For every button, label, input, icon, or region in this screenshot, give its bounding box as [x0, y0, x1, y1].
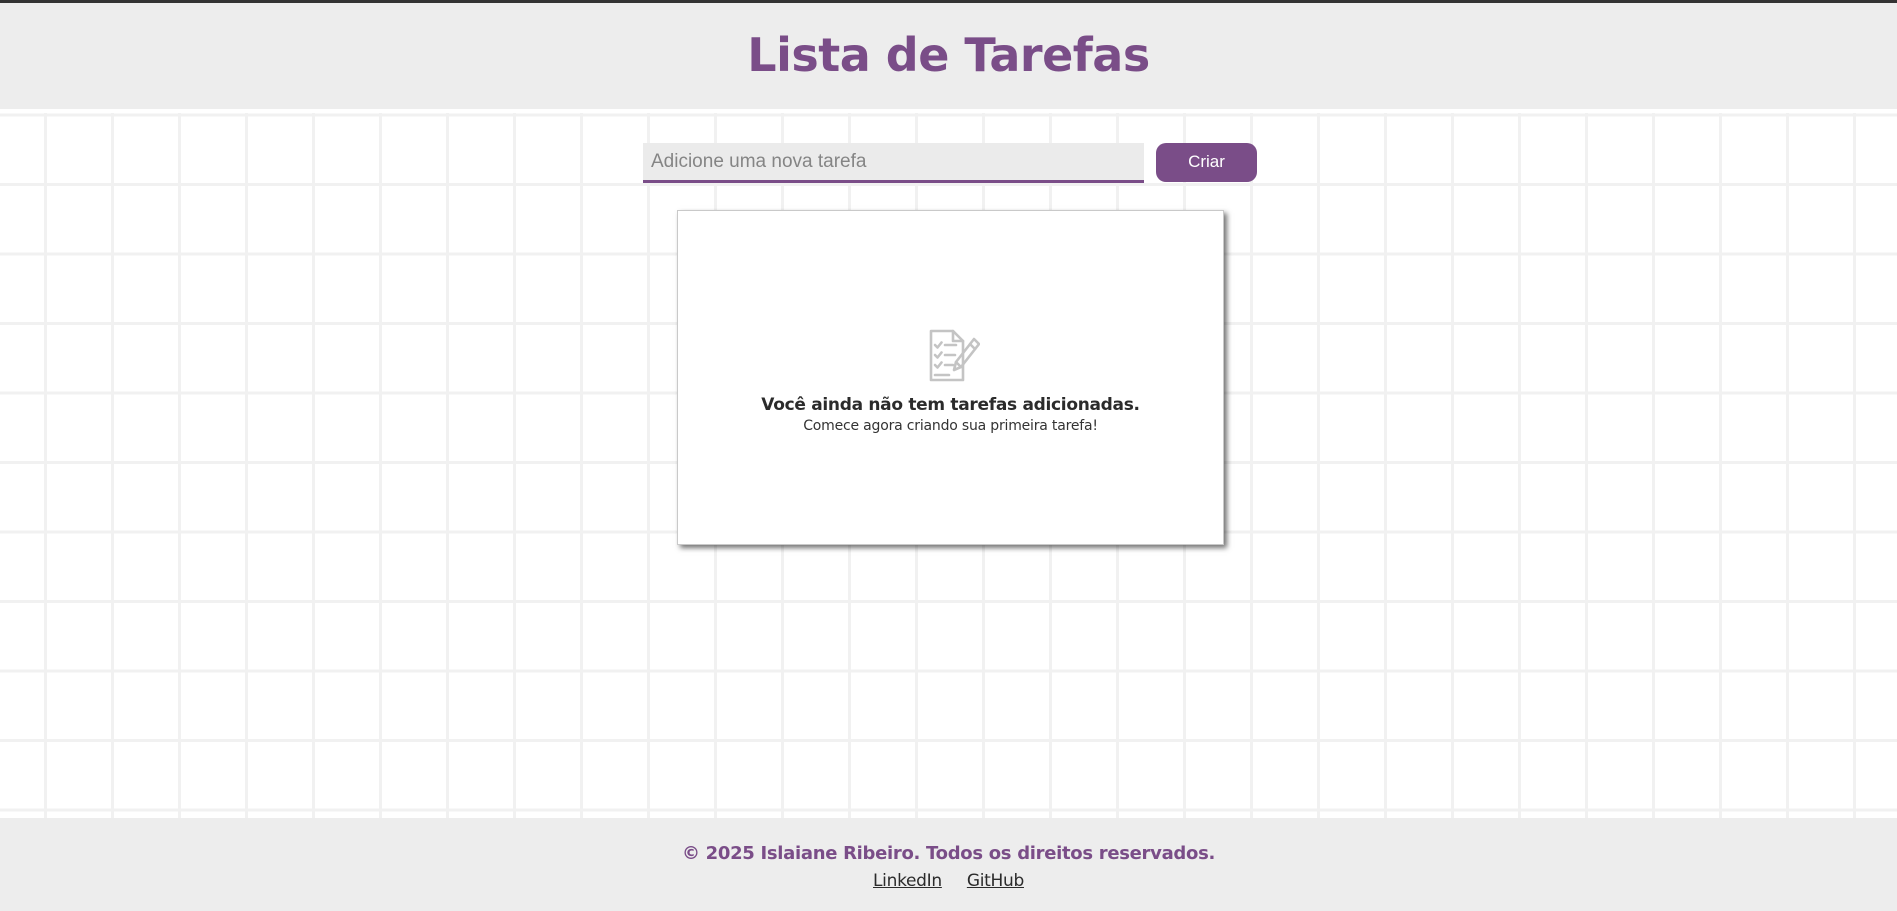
page: Lista de Tarefas Criar: [0, 0, 1897, 911]
footer-links: LinkedIn GitHub: [873, 871, 1024, 891]
task-list-panel: Você ainda não tem tarefas adicionadas. …: [677, 210, 1224, 545]
new-task-input[interactable]: [643, 143, 1144, 183]
empty-state-title: Você ainda não tem tarefas adicionadas.: [761, 395, 1140, 415]
linkedin-link[interactable]: LinkedIn: [873, 871, 942, 891]
page-header: Lista de Tarefas: [0, 3, 1897, 109]
main-content: Criar Você ainda nã: [0, 113, 1897, 818]
copyright-text: © 2025 Islaiane Ribeiro. Todos os direit…: [681, 843, 1216, 864]
github-link[interactable]: GitHub: [967, 871, 1024, 891]
create-task-button[interactable]: Criar: [1156, 142, 1257, 182]
clipboard-checklist-pencil-icon: [922, 327, 980, 385]
empty-state-subtitle: Comece agora criando sua primeira tarefa…: [803, 418, 1098, 434]
page-footer: © 2025 Islaiane Ribeiro. Todos os direit…: [0, 818, 1897, 911]
new-task-form: Criar: [643, 142, 1257, 183]
page-title: Lista de Tarefas: [747, 28, 1150, 82]
